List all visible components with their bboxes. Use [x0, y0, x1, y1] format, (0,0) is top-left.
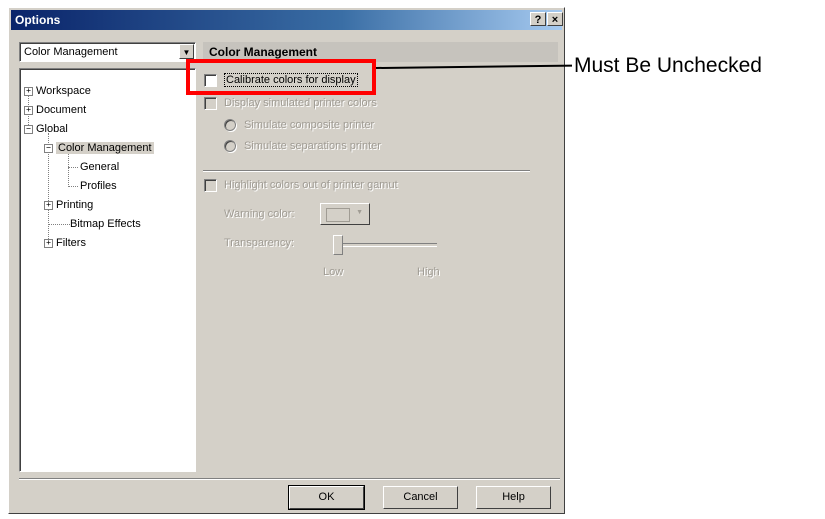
- tree-connector: [68, 153, 69, 187]
- tree-item-general[interactable]: General: [80, 159, 119, 175]
- close-icon[interactable]: ×: [547, 12, 563, 26]
- tree-connector: [68, 167, 78, 168]
- chevron-down-icon: ▼: [356, 209, 363, 216]
- collapse-icon[interactable]: −: [44, 143, 53, 153]
- composite-printer-radio[interactable]: [224, 119, 236, 131]
- section-divider: [203, 170, 530, 172]
- color-swatch: [326, 208, 350, 222]
- separations-printer-label: Simulate separations printer: [244, 140, 381, 152]
- tree-item-workspace[interactable]: + Workspace: [24, 83, 91, 99]
- tree-item-label: Global: [36, 123, 68, 135]
- tree-item-label: Color Management: [56, 142, 154, 154]
- separations-printer-radio[interactable]: [224, 140, 236, 152]
- collapse-icon[interactable]: −: [24, 124, 33, 134]
- tree-item-filters[interactable]: + Filters: [44, 235, 86, 251]
- expand-icon[interactable]: +: [24, 86, 33, 96]
- simulated-printer-checkbox[interactable]: [204, 97, 217, 110]
- transparency-slider-track[interactable]: [337, 243, 437, 247]
- transparency-high-label: High: [417, 266, 440, 278]
- window-title: Options: [15, 13, 61, 27]
- help-button[interactable]: Help: [476, 486, 551, 509]
- expand-icon[interactable]: +: [44, 200, 53, 210]
- category-tree[interactable]: + Workspace + Document − Global − Color Mana…: [19, 68, 196, 472]
- annotation-text: Must Be Unchecked: [574, 54, 762, 77]
- tree-connector: [68, 186, 78, 187]
- simulated-printer-label: Display simulated printer colors: [224, 97, 377, 109]
- title-bar[interactable]: Options ? ×: [11, 10, 563, 30]
- expand-icon[interactable]: +: [44, 238, 53, 248]
- chevron-down-icon[interactable]: ▼: [179, 44, 194, 59]
- category-combobox-value: Color Management: [24, 46, 118, 58]
- tree-item-label: General: [80, 161, 120, 173]
- transparency-low-label: Low: [323, 266, 344, 278]
- warning-color-picker[interactable]: ▼: [320, 203, 370, 225]
- panel-title: Color Management: [209, 45, 318, 59]
- help-title-button[interactable]: ?: [530, 12, 546, 26]
- tree-item-label: Workspace: [36, 85, 91, 97]
- gamut-checkbox[interactable]: [204, 179, 217, 192]
- tree-item-label: Bitmap Effects: [70, 218, 141, 230]
- tree-item-color-management[interactable]: − Color Management: [44, 140, 154, 156]
- category-combobox[interactable]: Color Management ▼: [19, 42, 196, 62]
- tree-item-label: Filters: [56, 237, 86, 249]
- tree-connector: [48, 224, 70, 225]
- tree-item-printing[interactable]: + Printing: [44, 197, 93, 213]
- expand-icon[interactable]: +: [24, 105, 33, 115]
- ok-button[interactable]: OK: [288, 485, 365, 510]
- tree-item-global[interactable]: − Global: [24, 121, 68, 137]
- cancel-button[interactable]: Cancel: [383, 486, 458, 509]
- transparency-slider-thumb[interactable]: [333, 235, 343, 255]
- footer-divider: [19, 478, 560, 480]
- composite-printer-label: Simulate composite printer: [244, 119, 375, 131]
- warning-color-label: Warning color:: [224, 208, 295, 220]
- tree-item-label: Profiles: [80, 180, 117, 192]
- tree-item-bitmap-effects[interactable]: Bitmap Effects: [70, 216, 141, 232]
- tree-item-label: Printing: [56, 199, 94, 211]
- tree-item-profiles[interactable]: Profiles: [80, 178, 117, 194]
- tree-item-document[interactable]: + Document: [24, 102, 86, 118]
- highlight-box: [186, 59, 376, 95]
- transparency-label: Transparency:: [224, 237, 294, 249]
- gamut-label: Highlight colors out of printer gamut: [224, 179, 398, 191]
- tree-item-label: Document: [36, 104, 87, 116]
